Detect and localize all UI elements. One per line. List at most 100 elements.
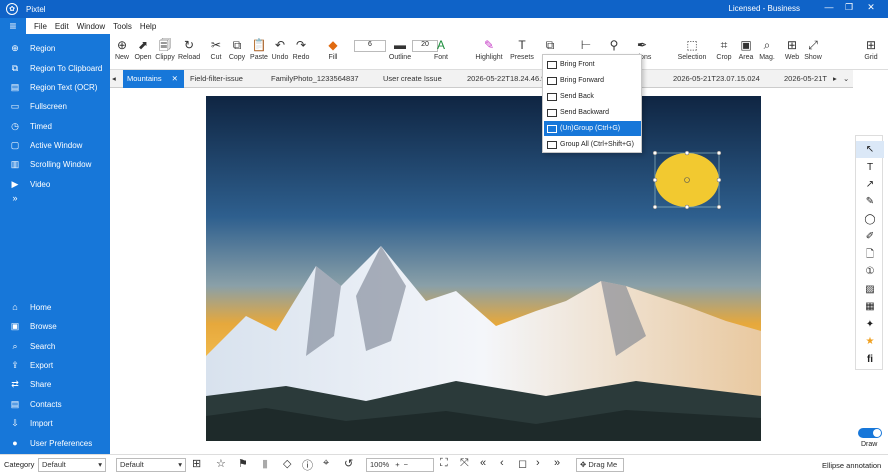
tab-user-create-issue[interactable]: User create Issue [383,70,453,88]
star-icon[interactable]: ★ [856,333,884,350]
menu-item-bring-front[interactable]: Bring Front [544,57,641,72]
marker-icon[interactable]: ✐ [856,228,884,245]
history-icon[interactable]: ↺ [344,457,353,470]
sidebar-item-region-to-clipboard[interactable]: ⧉ Region To Clipboard [0,60,110,76]
grid-button[interactable]: ⊞ Grid [860,36,882,61]
align-button[interactable]: ⊢ [572,36,600,54]
sidebar-item-home[interactable]: ⌂ Home [0,299,110,315]
sidebar-expand-button[interactable]: » [0,190,110,206]
capture-icon[interactable]: ⊞ [192,457,201,470]
previous-page-icon[interactable]: ‹ [500,457,504,469]
last-page-icon[interactable]: » [554,457,560,469]
select-arrow-icon[interactable]: ↖ [856,141,884,158]
fit-image-icon[interactable]: ⤧ [460,457,469,470]
fill-button[interactable]: ◆ Fill [316,36,350,61]
sidebar-item-region[interactable]: ⊕ Region [0,40,110,56]
area-button[interactable]: ▣ Area [736,36,756,61]
font-button[interactable]: A Font [430,36,452,61]
play-icon[interactable]: ◻ [518,457,527,470]
menu-item-send-back[interactable]: Send Back [544,89,641,104]
reload-button[interactable]: ↻ Reload [178,36,200,61]
open-button[interactable]: ⬈ Open [133,36,153,61]
hamburger-menu-icon[interactable]: ≡ [0,18,26,34]
selection-button[interactable]: ⬚ Selection [676,36,708,61]
redo-button[interactable]: ↷ Redo [291,36,311,61]
tab-2026-05-22[interactable]: 2026-05-22T18.24.46.9 [467,70,542,88]
bookmark-icon[interactable]: ▮ [262,457,268,470]
menu-item-send-backward[interactable]: Send Backward [544,105,641,120]
tag-icon[interactable]: ◇ [283,457,291,470]
tab-2026-05-21-b[interactable]: 2026-05-21T [784,70,832,88]
sidebar-item-region-text-ocr[interactable]: ▤ Region Text (OCR) [0,79,110,95]
flag-icon[interactable]: ⚑ [238,457,248,470]
menu-window[interactable]: Window [77,22,105,31]
close-button[interactable]: ✕ [860,2,882,13]
tab-mountains[interactable]: Mountains ✕ [123,70,184,88]
text-icon[interactable]: T [856,159,884,176]
maximize-button[interactable]: ❐ [838,2,860,13]
sidebar-item-contacts[interactable]: ▤ Contacts [0,396,110,412]
undo-button[interactable]: ↶ Undo [270,36,290,61]
sidebar-item-timed[interactable]: ◷ Timed [0,118,110,134]
sidebar-item-scrolling-window[interactable]: ▥ Scrolling Window [0,156,110,172]
tab-familyphoto[interactable]: FamilyPhoto_1233564837 [271,70,371,88]
paste-button[interactable]: 📋 Paste [249,36,269,61]
menu-help[interactable]: Help [140,22,156,31]
sidebar-item-user-preferences[interactable]: ● User Preferences [0,435,110,451]
menu-item-group-all[interactable]: Group All (Ctrl+Shift+G) [544,137,641,152]
sidebar-item-export[interactable]: ⇪ Export [0,357,110,373]
info-icon[interactable]: ⓘ [302,457,313,473]
ellipse-icon[interactable]: ◯ [856,211,884,228]
sidebar-item-share[interactable]: ⇄ Share [0,376,110,392]
menu-item-bring-forward[interactable]: Bring Forward [544,73,641,88]
tabs-scroll-right-icon[interactable]: ▸ [833,70,843,88]
sidebar-item-import[interactable]: ⇩ Import [0,415,110,431]
fit-window-icon[interactable]: ⛶ [440,457,448,470]
menu-tools[interactable]: Tools [113,22,132,31]
highlight-button[interactable]: ✎ Highlight [473,36,505,61]
blur-icon[interactable]: ▦ [856,298,884,315]
location-icon[interactable]: ⌖ [323,457,329,470]
zoom-out-icon[interactable]: − [404,460,408,469]
crop-button[interactable]: ⌗ Crop [714,36,734,61]
minimize-button[interactable]: — [818,2,840,12]
draw-toggle[interactable] [858,428,882,438]
sidebar-item-search[interactable]: ⌕ Search [0,338,110,354]
favorite-star-icon[interactable]: ☆ [216,457,226,470]
tabs-list-chevron-icon[interactable]: ⌄ [843,70,853,88]
show-button[interactable]: ⤢ Show [803,36,823,61]
new-button[interactable]: ⊕ New [112,36,132,61]
sidebar-item-active-window[interactable]: ▢ Active Window [0,137,110,153]
pen-icon[interactable]: ✎ [856,193,884,210]
copy-button[interactable]: ⧉ Copy [228,36,246,61]
ellipse-annotation[interactable] [652,150,722,210]
arrow-icon[interactable]: ↗ [856,176,884,193]
presets-button[interactable]: T Presets [508,36,536,61]
menu-item-ungroup[interactable]: (Un)Group (Ctrl+G) [544,121,641,136]
zoom-in-icon[interactable]: + [395,460,399,469]
next-page-icon[interactable]: › [536,457,540,469]
fx-icon[interactable]: fi [856,351,884,368]
drag-me-button[interactable]: ✥ Drag Me [576,458,624,472]
note-icon[interactable]: 🗋 [856,246,884,263]
sidebar-item-fullscreen[interactable]: ▭ Fullscreen [0,98,110,114]
clippy-button[interactable]: 🗐 Clippy [154,36,176,61]
default-select[interactable]: Default ▾ [116,458,186,472]
web-button[interactable]: ⊞ Web [782,36,802,61]
tabs-scroll-left-icon[interactable]: ◂ [112,70,120,88]
tab-close-icon[interactable]: ✕ [172,74,178,83]
tab-field-filter-issue[interactable]: Field-filter-issue [190,70,260,88]
menu-edit[interactable]: Edit [55,22,69,31]
step-number-icon[interactable]: ① [856,263,884,280]
editor-canvas[interactable] [110,88,853,454]
menu-file[interactable]: File [34,22,47,31]
arrange-button[interactable]: ⧉ [540,36,560,54]
stamp-button[interactable]: ⚲ [606,36,622,54]
magic-icon[interactable]: ✦ [856,316,884,333]
category-select[interactable]: Default ▾ [38,458,106,472]
tab-2026-05-21-a[interactable]: 2026-05-21T23.07.15.024 [673,70,773,88]
sidebar-item-browse[interactable]: ▣ Browse [0,318,110,334]
first-page-icon[interactable]: « [480,457,486,469]
mountain-photo[interactable] [206,96,761,441]
zoom-control[interactable]: 100% + − [366,458,434,472]
